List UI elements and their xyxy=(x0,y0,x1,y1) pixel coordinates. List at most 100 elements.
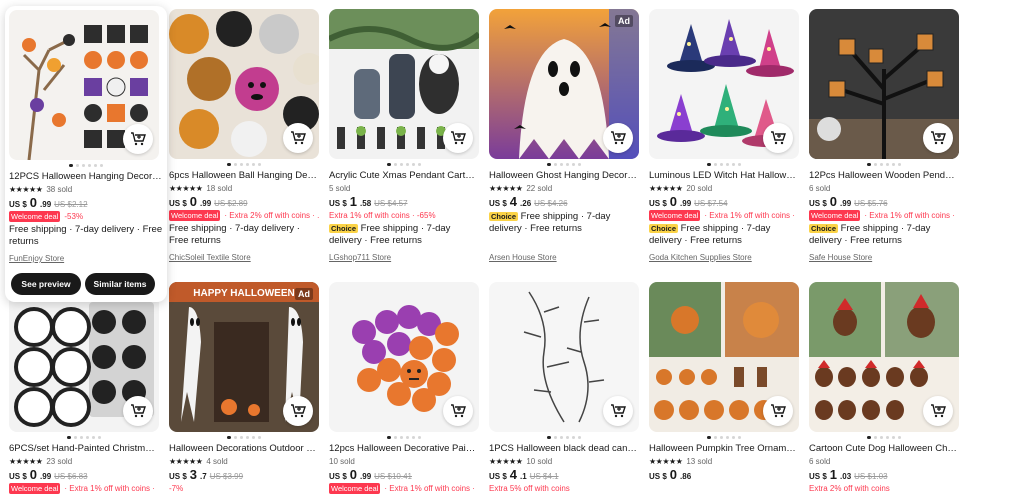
cart-icon xyxy=(611,131,626,145)
product-title[interactable]: 12PCS Halloween Hanging Decorati... xyxy=(9,171,163,183)
product-title[interactable]: Halloween Decorations Outdoor Gh... xyxy=(169,443,319,455)
store-link[interactable]: ChicSoleil Textile Store xyxy=(169,253,319,262)
add-to-cart-button[interactable] xyxy=(603,396,633,426)
sold-count: 22 sold xyxy=(526,183,553,193)
sold-count: 18 sold xyxy=(206,183,233,193)
image-carousel-dots[interactable] xyxy=(489,163,639,167)
original-price: US $4.26 xyxy=(534,199,568,208)
add-to-cart-button[interactable] xyxy=(603,123,633,153)
store-link[interactable]: LGshop711 Store xyxy=(329,253,479,262)
add-to-cart-button[interactable] xyxy=(123,396,153,426)
store-link[interactable]: FunEnjoy Store xyxy=(9,254,163,263)
add-to-cart-button[interactable] xyxy=(123,124,153,154)
product-title[interactable]: Halloween Ghost Hanging Decorati... xyxy=(489,170,639,182)
image-carousel-dots[interactable] xyxy=(649,163,799,167)
product-image[interactable] xyxy=(329,9,479,159)
price: US $3.7 US $3.99 xyxy=(169,467,244,482)
product-image[interactable] xyxy=(489,282,639,432)
promo-text: · Extra 1% off with coins · xyxy=(64,483,155,493)
svg-text:HAPPY HALLOWEEN: HAPPY HALLOWEEN xyxy=(193,288,295,299)
image-carousel-dots[interactable] xyxy=(809,436,959,440)
cart-icon xyxy=(451,404,466,418)
price: US $0.99 US $2.12 xyxy=(9,195,88,210)
shipping-info: Free shipping · 7-day delivery · Free re… xyxy=(169,223,300,246)
product-image[interactable]: Ad xyxy=(489,9,639,159)
shipping-info: Choice Free shipping · 7-day delivery · … xyxy=(809,223,931,246)
add-to-cart-button[interactable] xyxy=(443,123,473,153)
promo-text: · Extra 2% off with coins · ... xyxy=(224,210,319,220)
product-image[interactable] xyxy=(169,9,319,159)
product-title[interactable]: 6pcs Halloween Ball Hanging Decor... xyxy=(169,170,319,182)
product-card[interactable]: Luminous LED Witch Hat Halloween... ★★★★… xyxy=(649,9,799,262)
product-card[interactable]: HAPPY HALLOWEEN Ad Halloween Decorations… xyxy=(169,282,319,494)
add-to-cart-button[interactable] xyxy=(763,396,793,426)
image-carousel-dots[interactable] xyxy=(489,436,639,440)
image-carousel-dots[interactable] xyxy=(9,436,159,440)
product-card[interactable]: 1PCS Halloween black dead cane si... ★★★… xyxy=(489,282,639,494)
price: US $1.58 US $4.57 xyxy=(329,194,408,209)
product-image[interactable] xyxy=(9,282,159,432)
cart-icon xyxy=(611,404,626,418)
product-title[interactable]: Cartoon Cute Dog Halloween Christ... xyxy=(809,443,959,455)
original-price: US $4.57 xyxy=(374,199,408,208)
product-title[interactable]: 6PCS/set Hand-Painted Christmas T... xyxy=(9,443,159,455)
product-image[interactable]: HAPPY HALLOWEEN Ad xyxy=(169,282,319,432)
image-carousel-dots[interactable] xyxy=(9,164,163,168)
product-title[interactable]: 12Pcs Halloween Wooden Pendant ... xyxy=(809,170,959,182)
sold-count: 6 sold xyxy=(809,456,831,466)
original-price: US $5.76 xyxy=(854,199,888,208)
product-card[interactable]: Cartoon Cute Dog Halloween Christ... 6 s… xyxy=(809,282,959,494)
image-carousel-dots[interactable] xyxy=(329,163,479,167)
store-link[interactable]: Arsen House Store xyxy=(489,253,639,262)
similar-items-button[interactable]: Similar items xyxy=(85,273,155,295)
product-title[interactable]: Luminous LED Witch Hat Halloween... xyxy=(649,170,799,182)
promo-text: Extra 2% off with coins xyxy=(809,483,890,493)
product-card[interactable]: 12PCS Halloween Hanging Decorati... ★★★★… xyxy=(5,6,167,302)
product-card[interactable]: Ad Halloween Ghost Hanging Decorati... ★… xyxy=(489,9,639,262)
add-to-cart-button[interactable] xyxy=(283,123,313,153)
sold-count: 13 sold xyxy=(686,456,713,466)
add-to-cart-button[interactable] xyxy=(283,396,313,426)
price: US $0.99 US $5.76 xyxy=(809,194,888,209)
add-to-cart-button[interactable] xyxy=(763,123,793,153)
promo-text: Extra 5% off with coins xyxy=(489,483,570,493)
product-title[interactable]: Halloween Pumpkin Tree Ornament-... xyxy=(649,443,799,455)
product-image[interactable] xyxy=(329,282,479,432)
product-card[interactable]: Halloween Pumpkin Tree Ornament-... ★★★★… xyxy=(649,282,799,482)
product-image[interactable] xyxy=(649,282,799,432)
shipping-info: Free shipping · 7-day delivery · Free re… xyxy=(9,224,163,247)
product-title[interactable]: Acrylic Cute Xmas Pendant Cartoon ... xyxy=(329,170,479,182)
product-card[interactable]: 6pcs Halloween Ball Hanging Decor... ★★★… xyxy=(169,9,319,262)
promo-text: · Extra 1% off with coins · xyxy=(704,210,795,220)
cart-icon xyxy=(131,404,146,418)
add-to-cart-button[interactable] xyxy=(923,396,953,426)
add-to-cart-button[interactable] xyxy=(443,396,473,426)
product-image[interactable] xyxy=(809,9,959,159)
promo-text: -7% xyxy=(169,483,184,493)
rating-stars: ★★★★★ xyxy=(649,456,683,466)
product-card[interactable]: Acrylic Cute Xmas Pendant Cartoon ... 5 … xyxy=(329,9,479,262)
product-title[interactable]: 12pcs Halloween Decorative Paint B... xyxy=(329,443,479,455)
product-image[interactable] xyxy=(9,10,159,160)
product-card[interactable]: 12Pcs Halloween Wooden Pendant ... 6 sol… xyxy=(809,9,959,262)
cart-icon xyxy=(931,131,946,145)
store-link[interactable]: Goda Kitchen Supplies Store xyxy=(649,253,799,262)
product-title[interactable]: 1PCS Halloween black dead cane si... xyxy=(489,443,639,455)
product-image[interactable] xyxy=(649,9,799,159)
original-price: US $4.1 xyxy=(529,472,559,481)
image-carousel-dots[interactable] xyxy=(169,436,319,440)
product-card[interactable]: 12pcs Halloween Decorative Paint B... 10… xyxy=(329,282,479,494)
product-image[interactable] xyxy=(809,282,959,432)
original-price: US $2.89 xyxy=(214,199,248,208)
image-carousel-dots[interactable] xyxy=(329,436,479,440)
product-card[interactable]: 6PCS/set Hand-Painted Christmas T... ★★★… xyxy=(9,282,159,494)
rating-stars: ★★★★★ xyxy=(9,184,43,194)
sold-count: 38 sold xyxy=(46,184,73,194)
see-preview-button[interactable]: See preview xyxy=(11,273,81,295)
image-carousel-dots[interactable] xyxy=(809,163,959,167)
add-to-cart-button[interactable] xyxy=(923,123,953,153)
image-carousel-dots[interactable] xyxy=(169,163,319,167)
image-carousel-dots[interactable] xyxy=(649,436,799,440)
rating-stars: ★★★★★ xyxy=(489,183,523,193)
store-link[interactable]: Safe House Store xyxy=(809,253,959,262)
